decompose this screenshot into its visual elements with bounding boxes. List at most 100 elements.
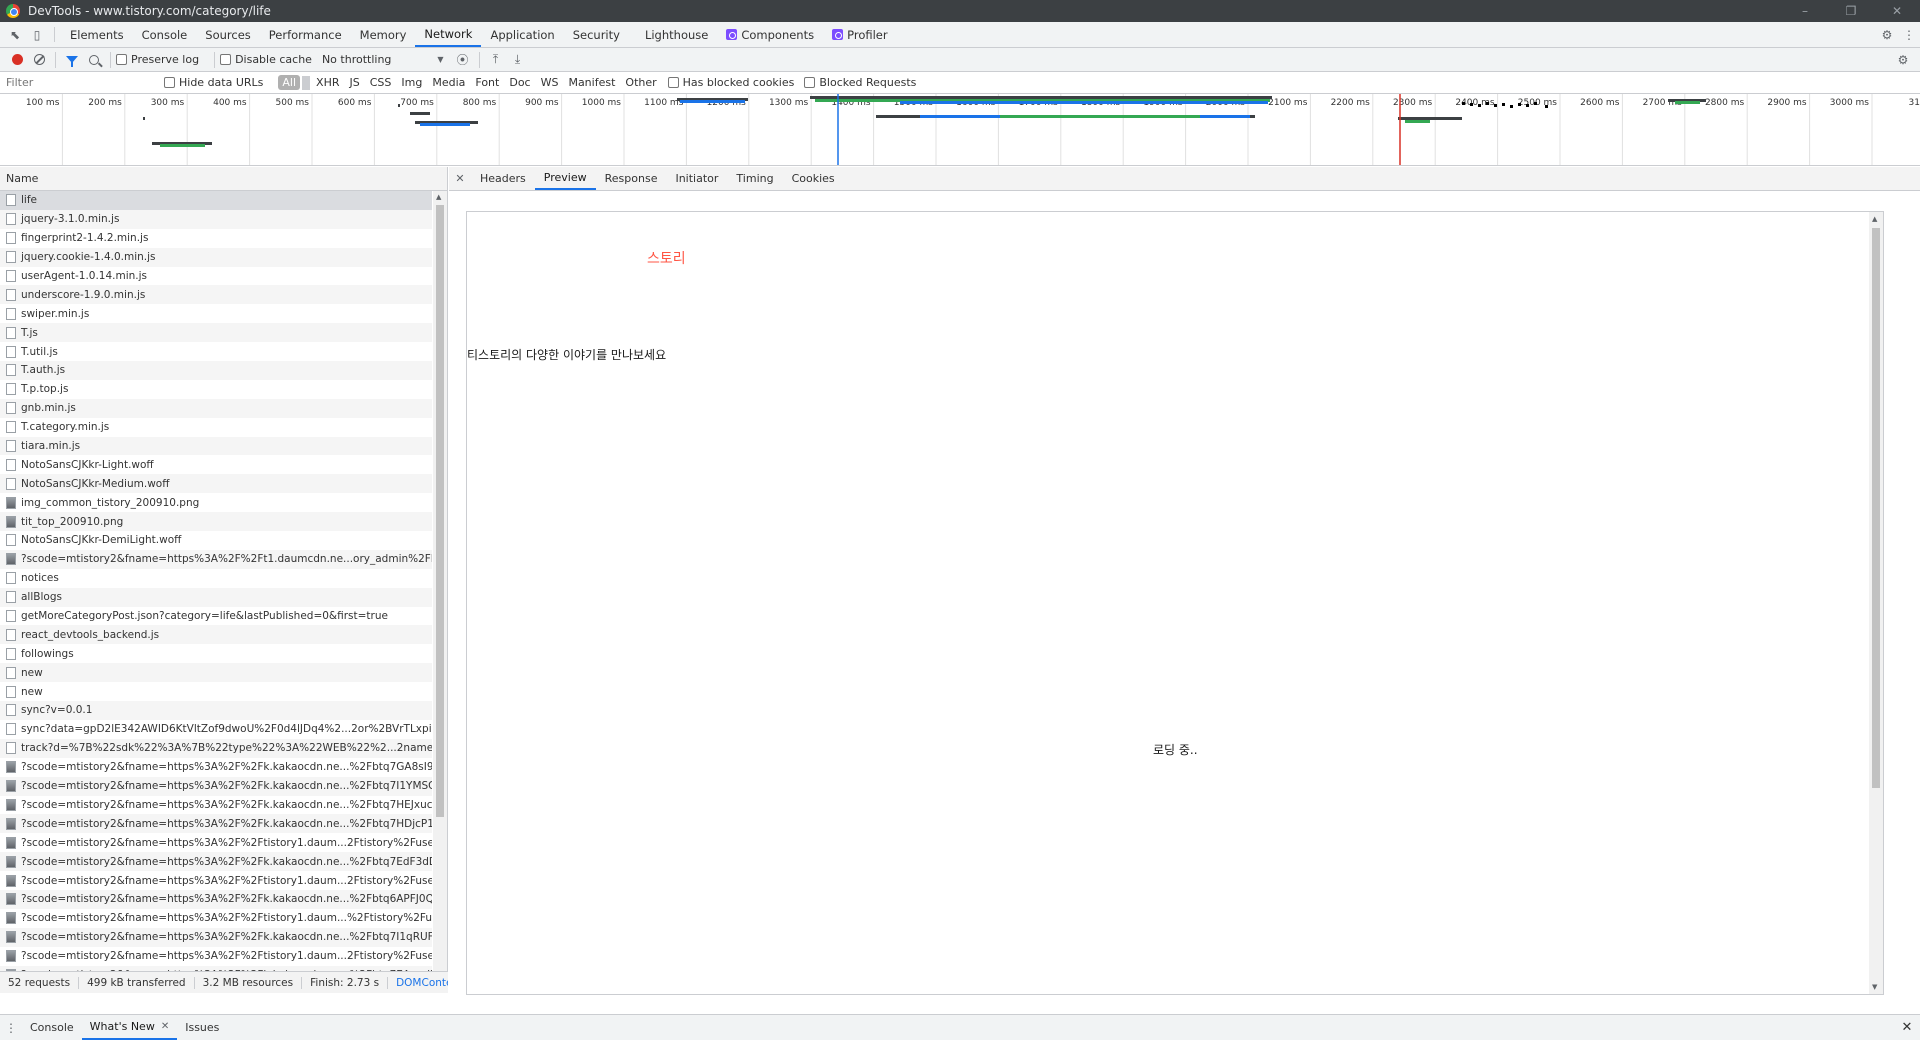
disable-cache-checkbox[interactable]: Disable cache: [220, 53, 312, 66]
request-row[interactable]: tit_top_200910.png: [0, 512, 432, 532]
record-button[interactable]: [6, 49, 28, 71]
request-row[interactable]: userAgent-1.0.14.min.js: [0, 267, 432, 286]
request-row[interactable]: ?scode=mtistory2&fname=https%3A%2F%2Ft1.…: [0, 549, 432, 569]
drawer-tab-issues[interactable]: Issues: [177, 1015, 227, 1040]
request-row[interactable]: swiper.min.js: [0, 304, 432, 323]
tab-lighthouse[interactable]: Lighthouse: [629, 22, 717, 47]
filter-type-doc[interactable]: Doc: [505, 75, 534, 90]
request-row[interactable]: ?scode=mtistory2&fname=https%3A%2F%2Fk.k…: [0, 852, 432, 872]
request-row[interactable]: track?d=%7B%22sdk%22%3A%7B%22type%22%3A%…: [0, 738, 432, 758]
filter-type-ws[interactable]: WS: [537, 75, 563, 90]
request-row[interactable]: followings: [0, 644, 432, 663]
request-row[interactable]: gnb.min.js: [0, 398, 432, 418]
drawer-tab-console[interactable]: Console: [22, 1015, 82, 1040]
request-row[interactable]: ?scode=mtistory2&fname=https%3A%2F%2Fk.k…: [0, 927, 432, 947]
request-row[interactable]: ?scode=mtistory2&fname=https%3A%2F%2Ftis…: [0, 833, 432, 852]
name-column-header[interactable]: Name: [0, 167, 447, 191]
network-overview-timeline[interactable]: 100 ms 200 ms 300 ms 400 ms 500 ms 600 ms 700 …: [0, 94, 1920, 166]
request-row[interactable]: img_common_tistory_200910.png: [0, 493, 432, 512]
request-row[interactable]: allBlogs: [0, 587, 432, 607]
scroll-up-icon[interactable]: ▲: [436, 193, 441, 201]
request-row[interactable]: T.js: [0, 323, 432, 343]
search-button[interactable]: [83, 49, 105, 71]
tab-security[interactable]: Security: [564, 22, 629, 47]
request-row[interactable]: ?scode=mtistory2&fname=https%3A%2F%2Ftis…: [0, 947, 432, 966]
request-list-scrollbar[interactable]: ▲ ▼: [433, 191, 447, 981]
request-row[interactable]: notices: [0, 569, 432, 588]
checkbox-box[interactable]: [667, 77, 679, 88]
blocked-requests-checkbox[interactable]: Blocked Requests: [804, 76, 916, 89]
preview-scrollbar[interactable]: ▲ ▼: [1869, 212, 1883, 994]
maximize-button[interactable]: ❐: [1828, 0, 1874, 22]
tab-preview[interactable]: Preview: [534, 167, 596, 190]
request-row[interactable]: life: [0, 191, 432, 210]
request-row[interactable]: getMoreCategoryPost.json?category=life&l…: [0, 607, 432, 626]
minimize-button[interactable]: –: [1782, 0, 1828, 22]
filter-type-css[interactable]: CSS: [366, 75, 396, 90]
tab-components[interactable]: Components: [717, 22, 823, 47]
close-tab-icon[interactable]: ✕: [161, 1021, 169, 1032]
tab-memory[interactable]: Memory: [351, 22, 416, 47]
throttling-select[interactable]: No throttling ▼: [322, 53, 444, 66]
network-settings-gear-icon[interactable]: ⚙: [1892, 49, 1914, 71]
filter-type-media[interactable]: Media: [428, 75, 469, 90]
request-row[interactable]: tiara.min.js: [0, 436, 432, 456]
tab-response[interactable]: Response: [596, 167, 667, 190]
request-row[interactable]: ?scode=mtistory2&fname=https%3A%2F%2Fk.k…: [0, 758, 432, 777]
filter-type-all[interactable]: All: [278, 75, 301, 90]
request-row[interactable]: sync?data=gpD2lE342AWID6KtVltZof9dwoU%2F…: [0, 720, 432, 739]
request-row[interactable]: T.category.min.js: [0, 418, 432, 437]
request-row[interactable]: NotoSansCJKkr-Medium.woff: [0, 474, 432, 494]
preserve-log-checkbox[interactable]: Preserve log: [116, 53, 199, 66]
request-row[interactable]: ?scode=mtistory2&fname=https%3A%2F%2Fk.k…: [0, 796, 432, 815]
tab-application[interactable]: Application: [481, 22, 563, 47]
request-row[interactable]: T.util.js: [0, 342, 432, 361]
close-window-button[interactable]: ✕: [1874, 0, 1920, 22]
scrollbar-thumb[interactable]: [1872, 228, 1880, 788]
close-drawer-icon[interactable]: ✕: [1894, 1015, 1920, 1040]
close-detail-icon[interactable]: ✕: [449, 167, 471, 190]
network-conditions-icon[interactable]: ⦿: [452, 49, 474, 71]
clear-button[interactable]: [28, 49, 50, 71]
request-row[interactable]: jquery-3.1.0.min.js: [0, 209, 432, 229]
request-row[interactable]: new: [0, 682, 432, 701]
scroll-up-icon[interactable]: ▲: [1872, 215, 1877, 223]
filter-input[interactable]: [4, 73, 164, 92]
tab-performance[interactable]: Performance: [260, 22, 351, 47]
request-row[interactable]: ?scode=mtistory2&fname=https%3A%2F%2Fk.k…: [0, 814, 432, 834]
checkbox-box[interactable]: [220, 54, 232, 65]
filter-type-xhr[interactable]: XHR: [312, 75, 343, 90]
request-row[interactable]: NotoSansCJKkr-Light.woff: [0, 455, 432, 474]
tab-initiator[interactable]: Initiator: [666, 167, 727, 190]
drawer-tab-whats-new[interactable]: What's New ✕: [81, 1015, 178, 1040]
checkbox-box[interactable]: [116, 54, 127, 65]
filter-type-img[interactable]: Img: [397, 75, 426, 90]
request-row[interactable]: react_devtools_backend.js: [0, 625, 432, 645]
tab-sources[interactable]: Sources: [196, 22, 260, 47]
scroll-down-icon[interactable]: ▼: [1872, 983, 1877, 991]
inspect-element-icon[interactable]: ⬉: [4, 22, 26, 47]
request-row[interactable]: ?scode=mtistory2&fname=https%3A%2F%2Fk.k…: [0, 889, 432, 909]
filter-type-js[interactable]: JS: [346, 75, 364, 90]
request-row[interactable]: T.p.top.js: [0, 380, 432, 399]
request-row[interactable]: NotoSansCJKkr-DemiLight.woff: [0, 531, 432, 550]
filter-type-font[interactable]: Font: [471, 75, 503, 90]
request-row[interactable]: jquery.cookie-1.4.0.min.js: [0, 247, 432, 267]
has-blocked-cookies-checkbox[interactable]: Has blocked cookies: [667, 76, 794, 89]
request-row[interactable]: sync?v=0.0.1: [0, 701, 432, 720]
scrollbar-thumb[interactable]: [436, 205, 444, 817]
request-row[interactable]: fingerprint2-1.4.2.min.js: [0, 229, 432, 248]
tab-profiler[interactable]: Profiler: [823, 22, 897, 47]
device-toolbar-icon[interactable]: ▯: [26, 22, 48, 47]
filter-toggle-button[interactable]: [61, 49, 83, 71]
more-options-icon[interactable]: ⋮: [1898, 22, 1920, 47]
drawer-menu-icon[interactable]: ⋮: [0, 1015, 22, 1040]
request-row[interactable]: T.auth.js: [0, 361, 432, 380]
import-har-icon[interactable]: ⤒: [485, 49, 507, 71]
request-row[interactable]: ?scode=mtistory2&fname=https%3A%2F%2Fk.k…: [0, 776, 432, 796]
tab-headers[interactable]: Headers: [471, 167, 535, 190]
tab-network[interactable]: Network: [415, 22, 482, 47]
request-row[interactable]: new: [0, 663, 432, 683]
checkbox-box[interactable]: [804, 77, 816, 88]
settings-gear-icon[interactable]: ⚙: [1876, 22, 1898, 47]
